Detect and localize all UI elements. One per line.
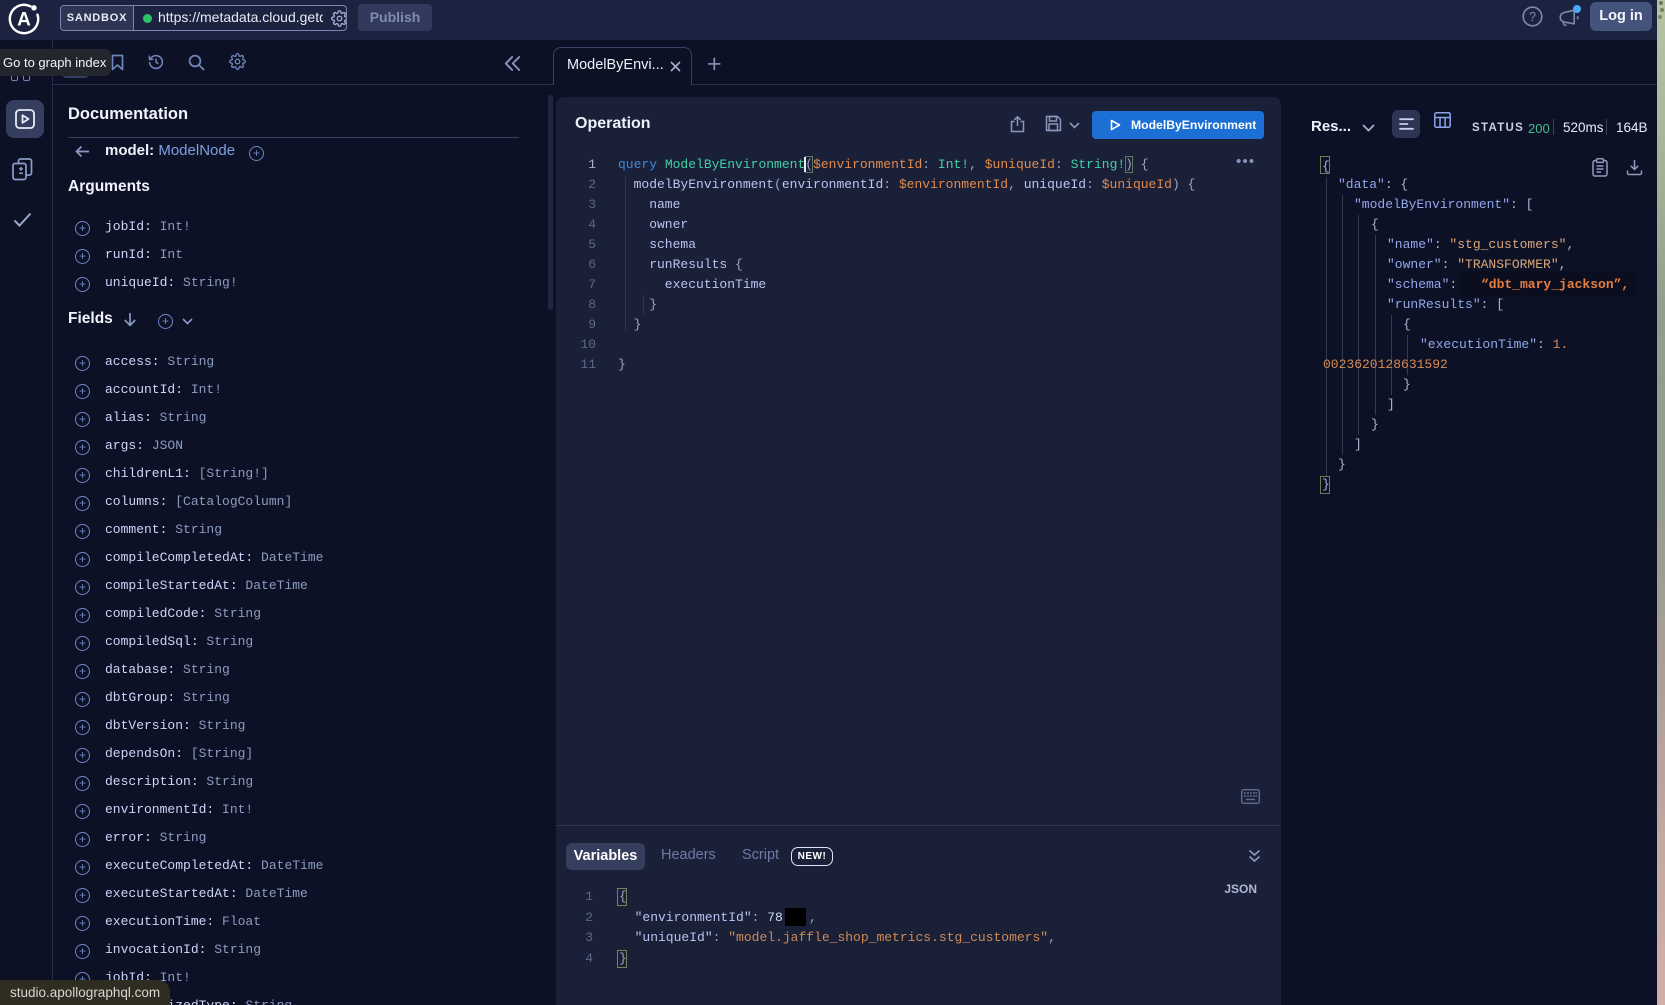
- svg-text:?: ?: [1529, 10, 1536, 24]
- svg-text:A: A: [17, 10, 31, 31]
